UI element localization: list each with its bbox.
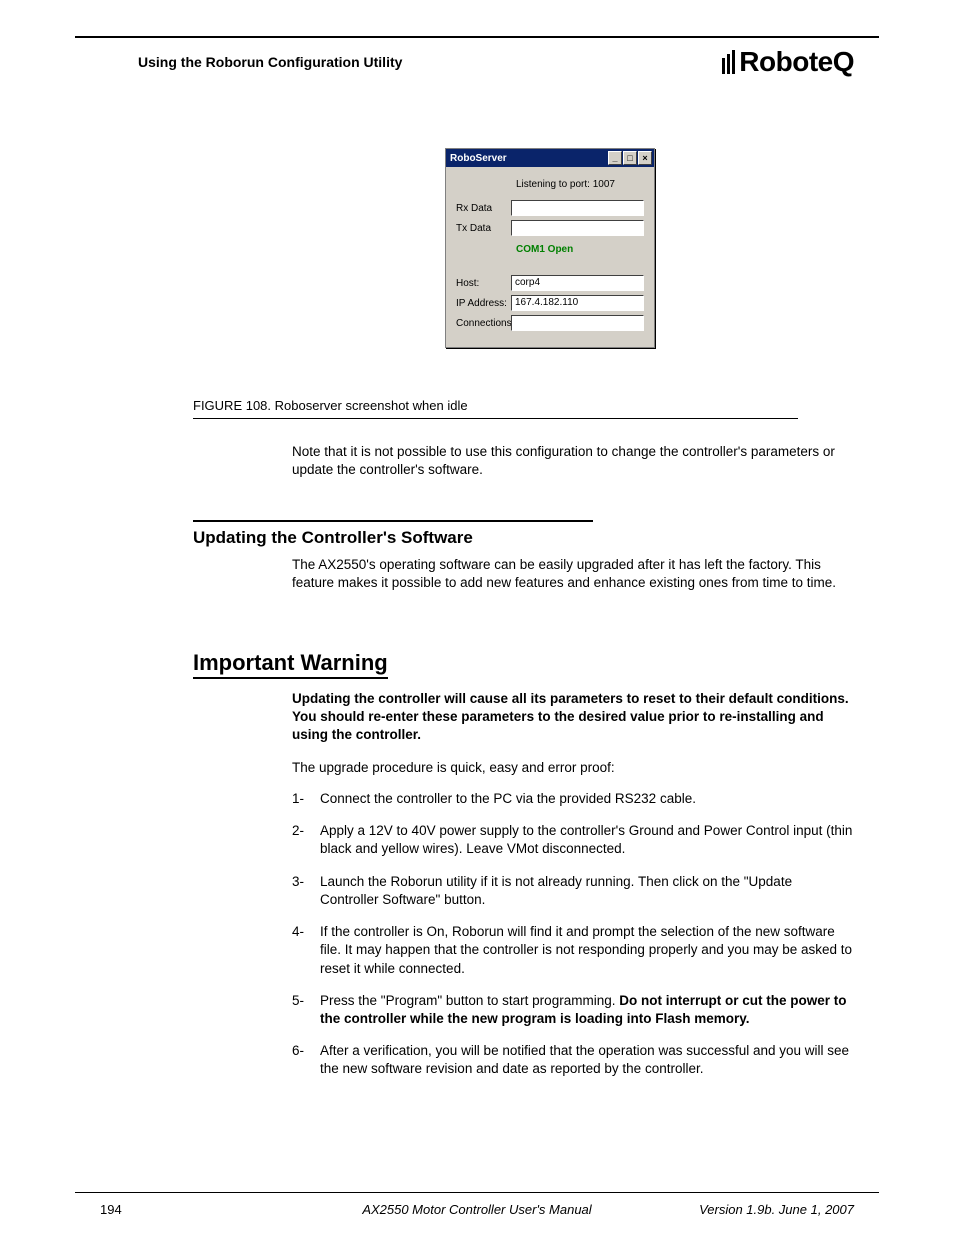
figure-caption: FIGURE 108. Roboserver screenshot when i… [193, 398, 468, 413]
bottom-rule [75, 1192, 879, 1193]
updating-paragraph: The AX2550's operating software can be e… [292, 556, 854, 591]
roboserver-window: RoboServer _ □ × Listening to port: 1007… [445, 148, 655, 348]
tx-label: Tx Data [456, 223, 511, 234]
brand-logo: RoboteQ [722, 46, 854, 78]
step-text: Connect the controller to the PC via the… [320, 790, 854, 808]
step-number: 5- [292, 992, 320, 1028]
step-number: 4- [292, 923, 320, 978]
footer-title: AX2550 Motor Controller User's Manual [100, 1202, 854, 1217]
note-paragraph: Note that it is not possible to use this… [292, 443, 854, 478]
procedure-list: 1- Connect the controller to the PC via … [292, 790, 854, 1093]
ip-label: IP Address: [456, 298, 511, 309]
tx-field[interactable] [511, 220, 644, 236]
heading-updating: Updating the Controller's Software [193, 528, 473, 548]
procedure-intro: The upgrade procedure is quick, easy and… [292, 760, 854, 775]
list-item: 4- If the controller is On, Roborun will… [292, 923, 854, 978]
section-title: Using the Roborun Configuration Utility [138, 54, 402, 70]
window-titlebar: RoboServer _ □ × [446, 149, 654, 167]
rx-label: Rx Data [456, 203, 511, 214]
rx-field[interactable] [511, 200, 644, 216]
step-number: 2- [292, 822, 320, 858]
logo-bars-icon [722, 50, 735, 74]
page-footer: 194 AX2550 Motor Controller User's Manua… [100, 1202, 854, 1217]
heading-warning-container: Important Warning [193, 650, 388, 679]
list-item: 3- Launch the Roborun utility if it is n… [292, 873, 854, 909]
list-item: 5- Press the "Program" button to start p… [292, 992, 854, 1028]
step-number: 1- [292, 790, 320, 808]
step-text: Apply a 12V to 40V power supply to the c… [320, 822, 854, 858]
listening-status: Listening to port: 1007 [456, 179, 644, 190]
host-field[interactable]: corp4 [511, 275, 644, 291]
ip-field[interactable]: 167.4.182.110 [511, 295, 644, 311]
heading-warning: Important Warning [193, 650, 388, 675]
maximize-icon[interactable]: □ [623, 151, 637, 165]
page-header: Using the Roborun Configuration Utility … [138, 46, 854, 78]
heading-rule [193, 520, 593, 522]
step-text: If the controller is On, Roborun will fi… [320, 923, 854, 978]
minimize-icon[interactable]: _ [608, 151, 622, 165]
connections-field[interactable] [511, 315, 644, 331]
step-number: 3- [292, 873, 320, 909]
top-rule [75, 36, 879, 38]
com-status: COM1 Open [456, 244, 644, 255]
step-number: 6- [292, 1042, 320, 1078]
list-item: 6- After a verification, you will be not… [292, 1042, 854, 1078]
step-text: Launch the Roborun utility if it is not … [320, 873, 854, 909]
window-body: Listening to port: 1007 Rx Data Tx Data … [446, 167, 654, 347]
step-text: Press the "Program" button to start prog… [320, 992, 854, 1028]
host-label: Host: [456, 278, 511, 289]
brand-text: RoboteQ [739, 46, 854, 78]
figure-rule [193, 418, 798, 419]
window-title: RoboServer [450, 153, 507, 164]
close-icon[interactable]: × [638, 151, 652, 165]
window-controls: _ □ × [608, 151, 652, 165]
warning-paragraph: Updating the controller will cause all i… [292, 690, 854, 745]
connections-label: Connections: [456, 318, 511, 329]
list-item: 1- Connect the controller to the PC via … [292, 790, 854, 808]
list-item: 2- Apply a 12V to 40V power supply to th… [292, 822, 854, 858]
step-text: After a verification, you will be notifi… [320, 1042, 854, 1078]
